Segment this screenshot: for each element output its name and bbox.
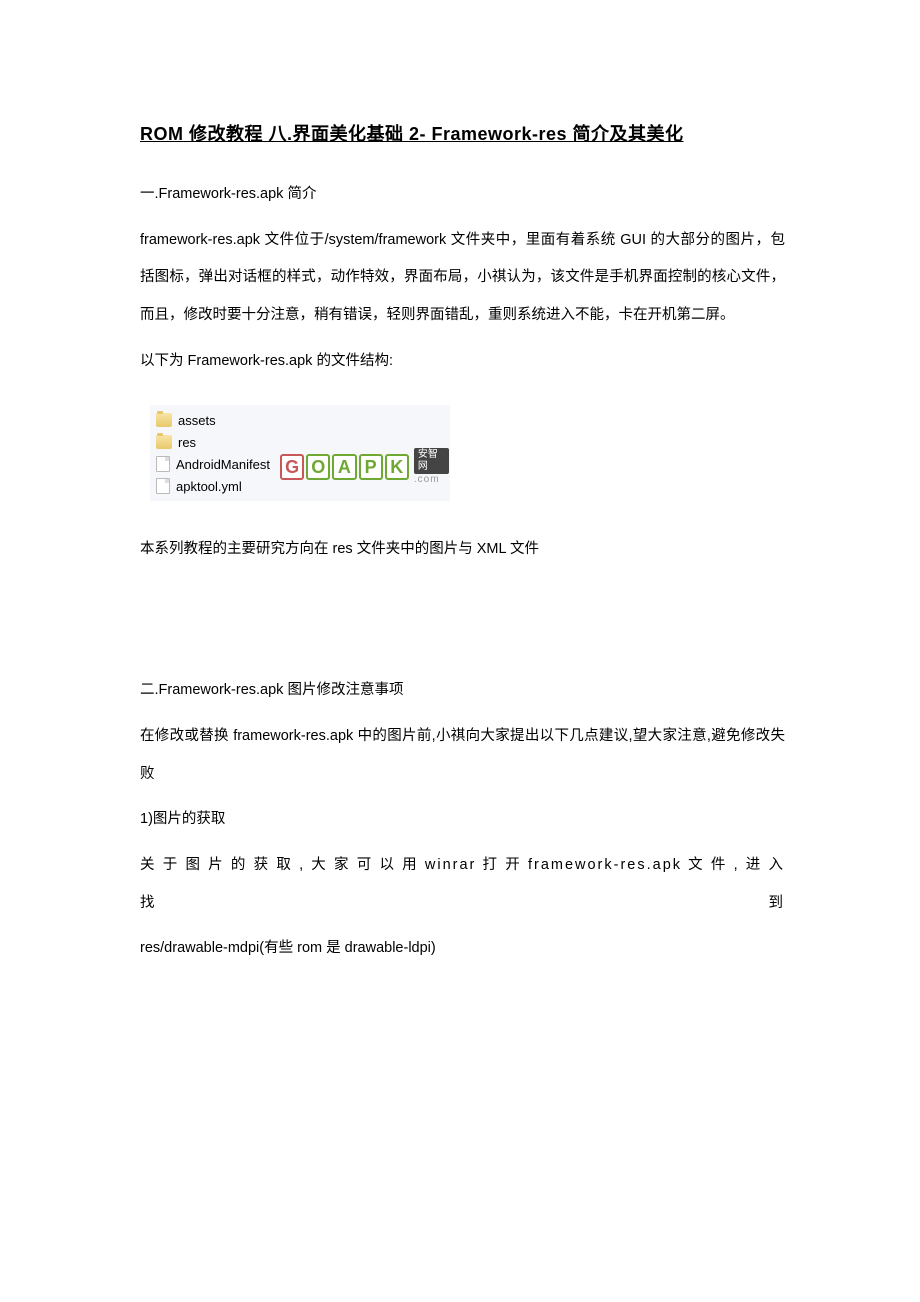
- section-1-paragraph-3: 本系列教程的主要研究方向在 res 文件夹中的图片与 XML 文件: [140, 531, 785, 569]
- section-2-header: 二.Framework-res.apk 图片修改注意事项: [140, 672, 785, 710]
- section-1-paragraph-1: framework-res.apk 文件位于/system/framework …: [140, 222, 785, 335]
- file-label: AndroidManifest: [176, 457, 270, 472]
- file-icon: [156, 478, 170, 494]
- folder-icon: [156, 413, 172, 427]
- file-label: apktool.yml: [176, 479, 242, 494]
- section-1-header: 一.Framework-res.apk 简介: [140, 176, 785, 214]
- file-label: assets: [178, 413, 216, 428]
- page-title: ROM 修改教程 八.界面美化基础 2- Framework-res 简介及其美…: [140, 120, 785, 146]
- list-item: apktool.yml: [156, 475, 444, 497]
- file-label: res: [178, 435, 196, 450]
- folder-icon: [156, 435, 172, 449]
- section-1-paragraph-2: 以下为 Framework-res.apk 的文件结构:: [140, 343, 785, 381]
- section-2-paragraph-1: 在修改或替换 framework-res.apk 中的图片前,小祺向大家提出以下…: [140, 718, 785, 793]
- list-item: assets: [156, 409, 444, 431]
- section-2-paragraph-2: 关 于 图 片 的 获 取 , 大 家 可 以 用 winrar 打 开 fra…: [140, 847, 785, 922]
- subsection-1-header: 1)图片的获取: [140, 801, 785, 839]
- list-item: AndroidManifest G O A P K 安智网 .com: [156, 453, 444, 475]
- list-item: res: [156, 431, 444, 453]
- section-2-paragraph-3: res/drawable-mdpi(有些 rom 是 drawable-ldpi…: [140, 930, 785, 968]
- file-structure-list: assets res AndroidManifest G O A P K 安智网…: [150, 405, 450, 501]
- file-icon: [156, 456, 170, 472]
